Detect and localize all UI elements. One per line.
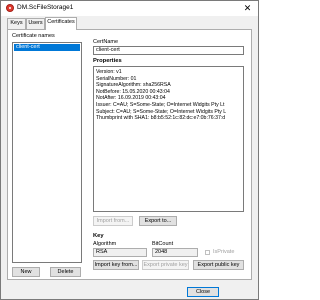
export-public-key-button[interactable]: Export public key [193,260,244,270]
isprivate-checkbox[interactable] [205,250,210,255]
properties-heading: Properties [93,58,122,64]
certificate-names-label: Certificate names [12,33,55,39]
tab-users[interactable]: Users [26,18,45,29]
bitcount-field[interactable]: 2048 [152,248,198,257]
isprivate-label: IsPrivate [213,249,235,255]
window-title: DM.ScFileStorage1 [17,4,74,11]
app-window: DM.ScFileStorage1 ✕ Keys Users Certifica… [0,0,259,300]
certificate-list[interactable]: client-cert [12,42,82,263]
algorithm-field[interactable]: RSA [93,248,147,257]
import-key-button[interactable]: Import key from... [93,260,139,270]
cert-name-field[interactable]: client-cert [93,46,244,55]
property-line: NotAfter: 16.09.2019 00:43:04 [96,95,166,102]
tab-keys[interactable]: Keys [7,18,26,29]
property-line: SignatureAlgorithm: sha256RSA [96,82,171,89]
delete-button[interactable]: Delete [50,267,81,277]
properties-textbox[interactable]: Version: v1 SerialNumber: 01 SignatureAl… [93,66,244,212]
window-close-button[interactable]: ✕ [237,1,258,16]
property-line: Thumbprint with SHA1: b8:b5:52:1c:82:dc:… [96,115,226,122]
property-line: Version: v1 [96,69,122,75]
bitcount-label: BitCount [152,241,174,247]
close-button[interactable]: Close [187,287,219,297]
import-from-button[interactable]: Import from... [93,216,133,226]
property-line: Subject: C=AU; S=Some-State; O=Internet … [96,108,227,115]
certificates-panel: Certificate names client-cert New Delete… [7,29,252,280]
new-button[interactable]: New [12,267,40,277]
list-item[interactable]: client-cert [14,44,80,51]
export-to-button[interactable]: Export to... [139,216,177,226]
app-icon [6,4,14,12]
algorithm-label: Algorithm [93,241,117,247]
property-line: Issuer: C=AU; S=Some-State; O=Internet W… [96,101,225,108]
export-private-key-button[interactable]: Export private key [142,260,189,270]
title-bar: DM.ScFileStorage1 ✕ [1,1,258,16]
tab-certificates[interactable]: Certificates [45,17,77,30]
property-line: SerialNumber: 01 [96,75,137,82]
property-line: NotBefore: 15.05.2020 00:43:04 [96,88,170,95]
key-heading: Key [93,233,104,239]
cert-name-label: CertName [93,39,119,45]
